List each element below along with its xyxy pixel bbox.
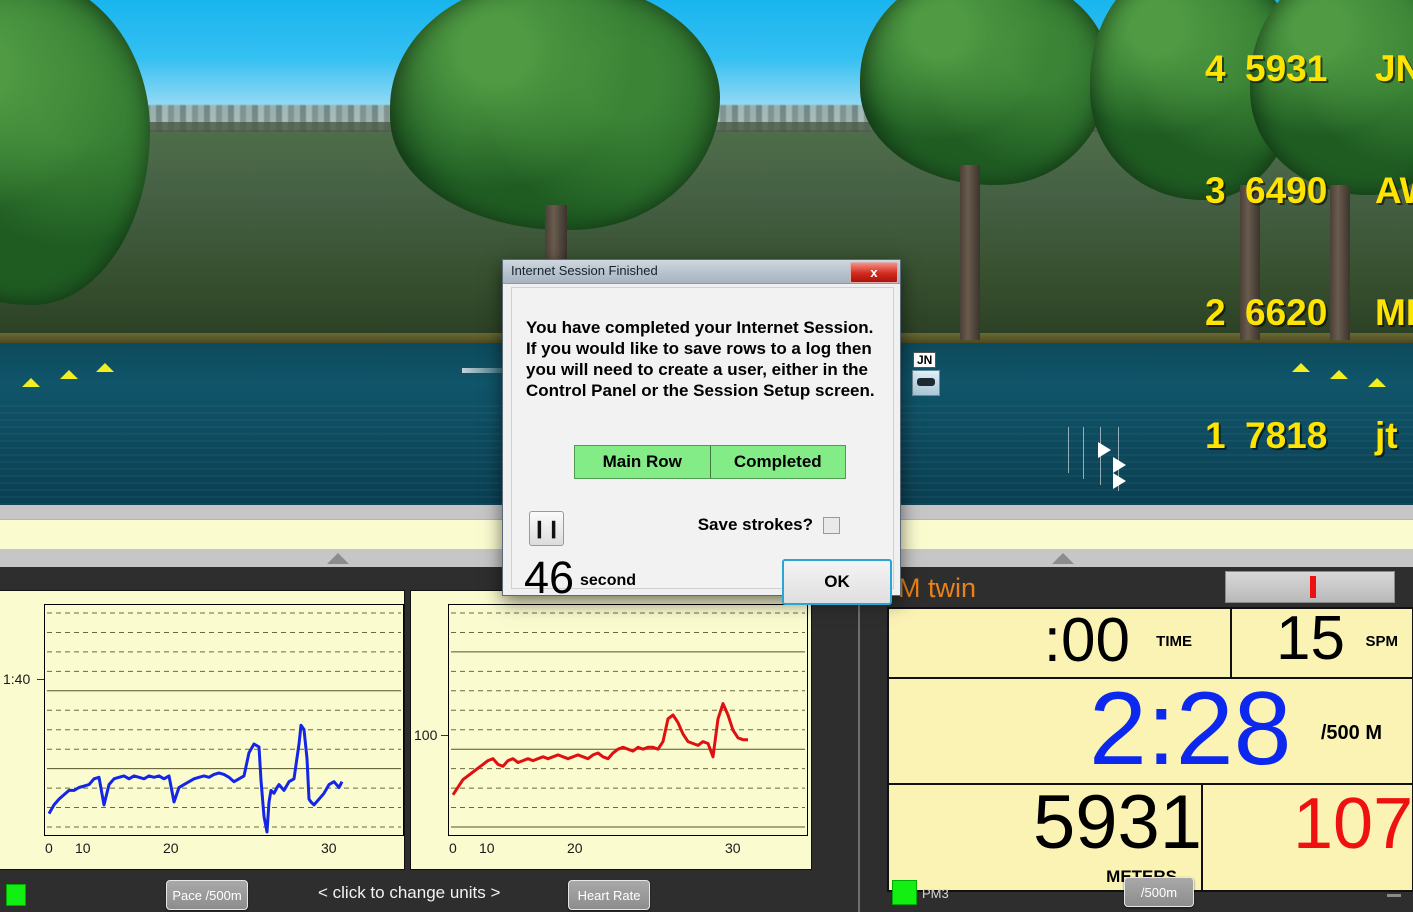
dialog-message: You have completed your Internet Session… xyxy=(526,318,875,400)
pm-device-label: PM3 xyxy=(922,886,949,901)
tree-trunk-right-a xyxy=(960,165,980,340)
pace-units-button[interactable]: Pace /500m xyxy=(166,880,248,910)
panel-divider[interactable] xyxy=(858,567,860,912)
pace-x-tick-label: 20 xyxy=(163,840,179,856)
competitor-boat-marker xyxy=(1113,473,1126,489)
pace-x-tick-label: 0 xyxy=(45,840,53,856)
pace-x-tick-label: 30 xyxy=(321,840,337,856)
chart-toolbar: Pace /500m < click to change units > Hea… xyxy=(0,876,860,912)
pace-y-tick-label: 1:40 xyxy=(3,671,31,687)
leaderboard-row-3: 3 6490 AW xyxy=(1205,170,1413,212)
lane-buoy xyxy=(96,363,114,372)
leaderboard-distance: 7818 xyxy=(1245,415,1328,456)
heartrate-y-tick-label: 100 xyxy=(414,727,438,743)
leaderboard-distance: 6490 xyxy=(1245,170,1328,211)
time-value: :00 xyxy=(1043,606,1130,675)
leaderboard-name: MK xyxy=(1375,292,1413,333)
pace-x-tick-label: 10 xyxy=(75,840,91,856)
lane-buoy xyxy=(1368,378,1386,387)
rowing-simulator-window: JN 4 5931 JN 3 6490 AW 2 6620 MK 1 7818 jt xyxy=(0,0,1413,912)
lane-buoy xyxy=(22,378,40,387)
heartrate-x-tick-label: 30 xyxy=(725,840,741,856)
leaderboard-row-2: 2 6620 MK xyxy=(1205,292,1413,334)
leaderboard-rank: 2 xyxy=(1205,292,1226,333)
leaderboard-rank: 4 xyxy=(1205,48,1226,89)
leaderboard-distance: 6620 xyxy=(1245,292,1328,333)
competitor-boat-marker xyxy=(1113,457,1126,473)
force-curve-bar xyxy=(1225,571,1395,603)
countdown-value: 46 xyxy=(524,552,575,603)
chevron-up-icon[interactable] xyxy=(1052,553,1074,564)
boat-name-tag: JN xyxy=(913,352,937,368)
heartrate-chart-plot xyxy=(448,604,808,836)
session-status-left: Main Row xyxy=(575,446,711,478)
pace-chart-plot xyxy=(44,604,404,836)
leaderboard-name: JN xyxy=(1375,48,1413,89)
time-unit-label: TIME xyxy=(1156,633,1192,650)
lane-line xyxy=(1068,427,1069,473)
leaderboard-rank: 1 xyxy=(1205,415,1226,456)
leaderboard-name: jt xyxy=(1375,415,1398,456)
heartrate-x-tick-label: 20 xyxy=(567,840,583,856)
pace-chart-pane: 1:40 0 10 20 30 xyxy=(0,590,405,870)
countdown-unit: second xyxy=(580,572,637,589)
monitor-header: M twin xyxy=(884,567,1413,607)
time-cell[interactable]: :00 TIME xyxy=(887,606,1232,679)
lane-buoy xyxy=(1330,370,1348,379)
save-strokes-label: Save strokes? xyxy=(697,515,813,534)
heartrate-gridlines xyxy=(451,612,805,828)
connection-led-icon xyxy=(6,884,26,906)
close-icon[interactable]: x xyxy=(850,262,898,283)
heartrate-axis-tick xyxy=(441,735,448,736)
pm-units-button[interactable]: /500m xyxy=(1124,877,1194,907)
tree-center xyxy=(390,0,720,230)
own-boat-icon xyxy=(912,370,940,396)
pace-cell[interactable]: 2:28 /500 M xyxy=(887,671,1413,787)
monitor-title: M twin xyxy=(898,573,977,603)
leaderboard-name: AW xyxy=(1375,170,1413,211)
heartrate-x-tick-label: 0 xyxy=(449,840,457,856)
minimize-icon[interactable] xyxy=(1387,894,1401,897)
leaderboard-distance: 5931 xyxy=(1245,48,1328,89)
pause-icon[interactable]: ❙❙ xyxy=(529,511,564,546)
pm-status-led-icon xyxy=(892,880,917,905)
lane-buoy xyxy=(1292,363,1310,372)
leaderboard-rank: 3 xyxy=(1205,170,1226,211)
spm-cell[interactable]: 15 SPM xyxy=(1230,604,1413,679)
pace-unit-label: /500 M xyxy=(1320,722,1382,744)
session-status-right: Completed xyxy=(733,452,822,471)
pace-axis-tick xyxy=(37,679,44,680)
monitor-footer: PM3 /500m xyxy=(884,872,1413,912)
spm-unit-label: SPM xyxy=(1365,633,1398,650)
lane-buoy xyxy=(60,370,78,379)
dialog-title-bar[interactable]: Internet Session Finished x xyxy=(503,260,900,284)
ok-button[interactable]: OK xyxy=(782,559,892,605)
dialog-body: You have completed your Internet Session… xyxy=(511,287,894,605)
heartrate-x-tick-label: 10 xyxy=(479,840,495,856)
heart-rate-value: 107 xyxy=(1293,784,1413,864)
leaderboard-row-4: 4 5931 JN xyxy=(1205,48,1413,90)
meters-value: 5931 xyxy=(1033,780,1203,865)
pace-value: 2:28 xyxy=(1089,671,1292,787)
competitor-boat-marker xyxy=(1098,442,1111,458)
change-units-hint[interactable]: < click to change units > xyxy=(318,883,500,903)
internet-session-finished-dialog: Internet Session Finished x You have com… xyxy=(502,259,901,605)
force-curve-marker xyxy=(1310,576,1316,598)
lane-line xyxy=(1083,427,1084,479)
spm-value: 15 xyxy=(1276,604,1345,673)
pace-series-line xyxy=(47,723,344,834)
leaderboard-row-1: 1 7818 jt xyxy=(1205,415,1398,457)
save-strokes-checkbox[interactable] xyxy=(823,517,840,534)
performance-monitor: M twin :00 TIME 15 SPM 2:28 /500 M 5931 … xyxy=(884,567,1413,912)
heartrate-chart-svg xyxy=(451,612,805,828)
heartrate-chart-pane: 100 0 10 20 30 xyxy=(410,590,812,870)
chevron-up-icon[interactable] xyxy=(327,553,349,564)
heart-rate-button[interactable]: Heart Rate xyxy=(568,880,650,910)
dialog-title: Internet Session Finished xyxy=(511,263,658,278)
pace-gridlines xyxy=(47,612,401,828)
pace-chart-svg xyxy=(47,612,401,834)
session-status-banner: Main Row Completed xyxy=(574,445,846,479)
